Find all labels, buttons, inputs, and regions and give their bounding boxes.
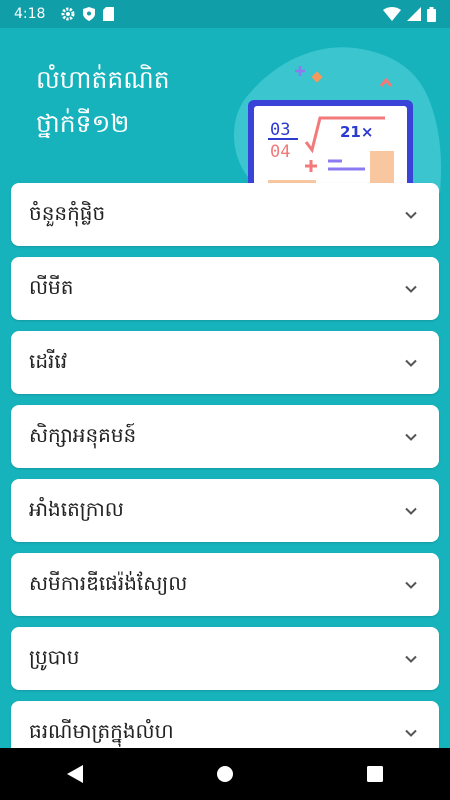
status-bar: 4:18 — [0, 0, 450, 28]
recents-square-icon — [367, 766, 383, 782]
back-triangle-icon — [67, 765, 83, 783]
topic-label: ធរណីមាត្រក្នុងលំហ — [29, 718, 174, 743]
topic-label: សិក្សាអនុគមន៍ — [29, 422, 137, 447]
topic-label: ដេរីវេ — [29, 348, 68, 373]
chevron-down-icon — [405, 211, 417, 219]
illustration-fraction-top: 03 — [270, 120, 290, 140]
chevron-down-icon — [405, 729, 417, 737]
home-button[interactable] — [195, 748, 255, 800]
status-time: 4:18 — [14, 6, 46, 22]
sd-card-icon — [103, 7, 115, 21]
topic-item-derivatives[interactable]: ដេរីវេ — [11, 331, 439, 394]
topic-list: ចំនួនកុំផ្លិច លីមីត ដេរីវេ សិក្សាអនុគមន៍… — [11, 183, 439, 775]
navigation-bar — [0, 748, 450, 800]
topic-item-differential-equations[interactable]: សមីការឌីផេរ៉ង់ស្យែល — [11, 553, 439, 616]
chevron-down-icon — [405, 285, 417, 293]
topic-label: ចំនួនកុំផ្លិច — [29, 200, 106, 225]
illustration-formula: 21× — [340, 123, 373, 141]
chevron-down-icon — [405, 507, 417, 515]
illustration-fraction-bottom: 04 — [270, 142, 290, 162]
chevron-down-icon — [405, 581, 417, 589]
topic-item-limits[interactable]: លីមីត — [11, 257, 439, 320]
math-board-illustration: 03 04 21× — [233, 47, 442, 193]
wifi-icon — [383, 7, 401, 21]
header: លំហាត់គណិត ថ្នាក់ទី១២ 03 04 21× — [0, 28, 450, 193]
home-circle-icon — [217, 766, 233, 782]
chevron-down-icon — [405, 655, 417, 663]
battery-icon — [427, 6, 436, 22]
topic-label: ប្រូបាប — [29, 644, 80, 669]
page-title: លំហាត់គណិត ថ្នាក់ទី១២ — [36, 65, 170, 138]
chevron-down-icon — [405, 359, 417, 367]
shield-icon — [83, 7, 96, 21]
topic-label: អាំងតេក្រាល — [29, 496, 124, 521]
topic-item-function-study[interactable]: សិក្សាអនុគមន៍ — [11, 405, 439, 468]
gear-icon — [61, 7, 75, 21]
topic-item-integrals[interactable]: អាំងតេក្រាល — [11, 479, 439, 542]
topic-item-probability[interactable]: ប្រូបាប — [11, 627, 439, 690]
topic-label: សមីការឌីផេរ៉ង់ស្យែល — [29, 570, 188, 595]
recents-button[interactable] — [345, 748, 405, 800]
topic-item-complex-numbers[interactable]: ចំនួនកុំផ្លិច — [11, 183, 439, 246]
signal-icon — [407, 7, 421, 21]
back-button[interactable] — [45, 748, 105, 800]
chevron-down-icon — [405, 433, 417, 441]
topic-label: លីមីត — [29, 274, 74, 299]
